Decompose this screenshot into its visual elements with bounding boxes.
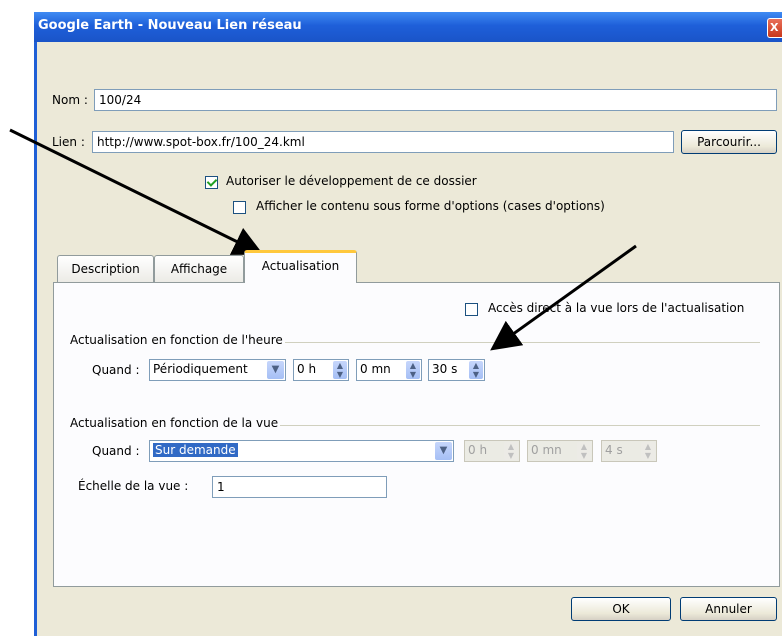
- annotation-arrows: [9, 128, 637, 351]
- view-group-label: Actualisation en fonction de la vue: [70, 416, 281, 430]
- arrow-to-seconds-annotation: [490, 244, 637, 351]
- arrow-to-tab-annotation: [9, 128, 264, 255]
- time-group-label: Actualisation en fonction de l'heure: [70, 333, 285, 347]
- tab-actualisation[interactable]: Actualisation: [244, 250, 357, 283]
